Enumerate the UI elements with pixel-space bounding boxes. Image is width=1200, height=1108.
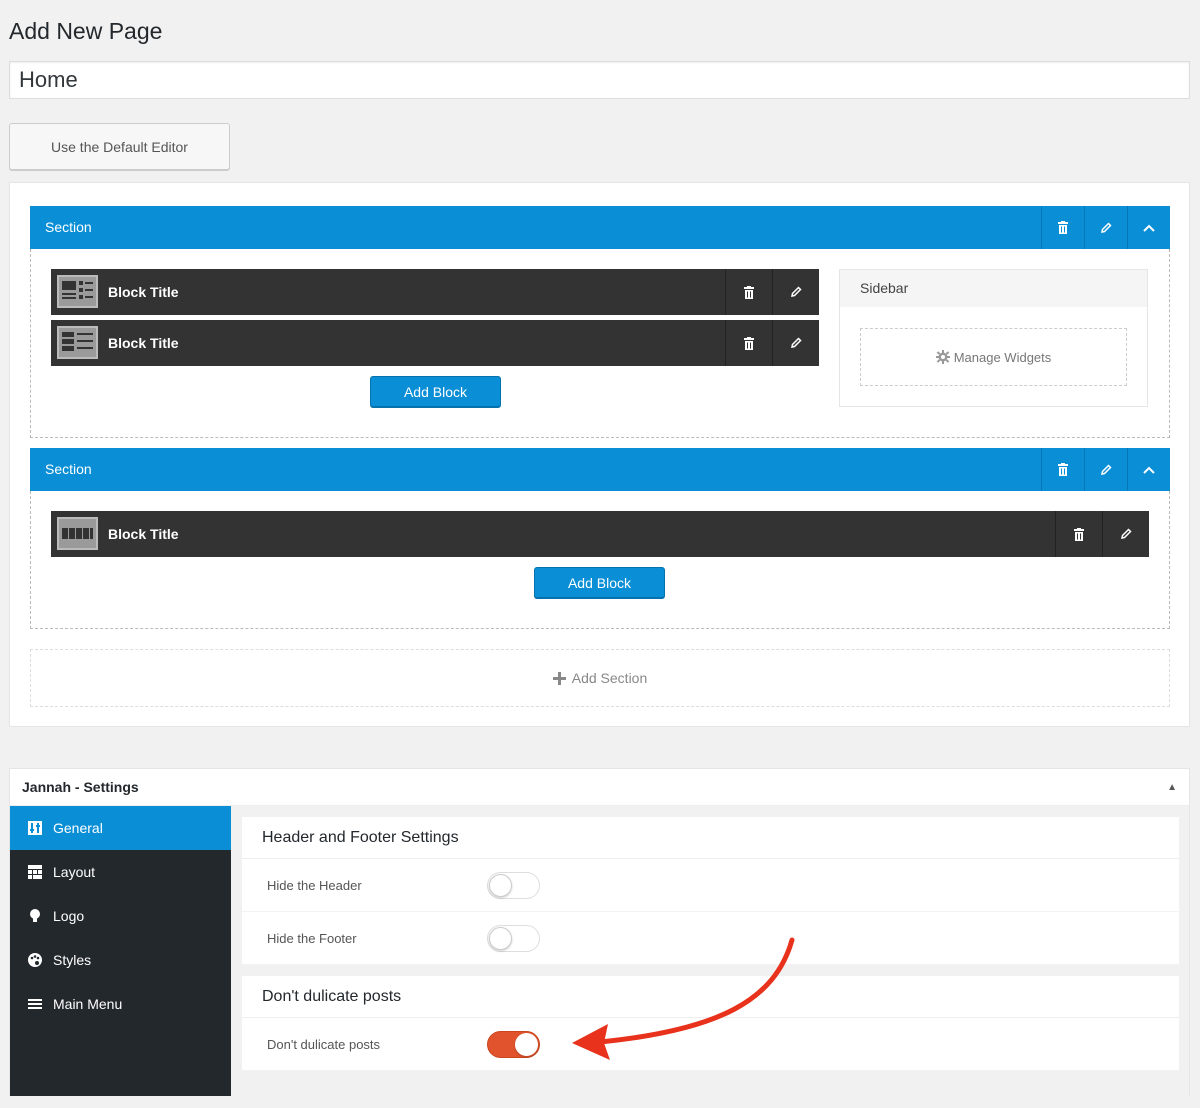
pencil-icon [1101,463,1112,475]
edit-block-button[interactable] [1102,511,1149,557]
section-label: Section [45,219,92,235]
nav-label: Logo [53,908,85,924]
block-row[interactable]: Block Title [51,511,1149,557]
settings-header[interactable]: Jannah - Settings ▲ [10,769,1189,806]
pencil-icon [791,337,802,348]
edit-block-button[interactable] [772,269,819,315]
nav-label: Layout [53,864,96,880]
delete-section-button[interactable] [1041,206,1084,249]
edit-section-button[interactable] [1084,206,1127,249]
toggle-knob [489,927,512,950]
delete-block-button[interactable] [725,269,772,315]
block-title: Block Title [108,284,179,300]
trash-icon [1058,221,1068,234]
nav-item-layout[interactable]: Layout [10,850,231,894]
collapse-triangle-icon[interactable]: ▲ [1167,769,1177,806]
block-row[interactable]: Block Title [51,269,819,315]
hide-header-toggle[interactable] [487,872,540,899]
toggle-knob [489,874,512,897]
panel-title: Header and Footer Settings [242,817,1179,859]
section-label: Section [45,461,92,477]
page-title-input[interactable]: Home [9,61,1190,99]
sidebar-widget-area: Sidebar Manage Widgets [839,269,1148,407]
plus-icon [552,671,566,685]
option-label: Hide the Header [267,878,362,893]
nav-label: Styles [53,952,92,968]
section-body: Block Title Block Title Add Block Sideba… [30,249,1170,438]
trash-icon [1058,463,1068,476]
annotation-arrow-icon [572,937,795,1060]
block-title: Block Title [108,526,179,542]
lightbulb-icon [26,907,44,925]
layout-icon [26,863,44,881]
nav-label: Main Menu [53,996,123,1012]
option-row: Hide the Header [242,859,1179,912]
collapse-section-button[interactable] [1127,206,1170,249]
layout-thumb-icon [57,275,98,308]
nav-item-general[interactable]: General [10,806,231,850]
manage-widgets-label: Manage Widgets [953,349,1052,365]
pencil-icon [1121,528,1132,539]
dont-duplicate-posts-toggle[interactable] [487,1031,540,1058]
block-title: Block Title [108,335,179,351]
page-builder: Section Block Title Block Title Add Bloc… [9,182,1190,727]
palette-icon [26,951,44,969]
section-header[interactable]: Section [30,206,1170,249]
block-row[interactable]: Block Title [51,320,819,366]
nav-item-styles[interactable]: Styles [10,938,231,982]
nav-item-logo[interactable]: Logo [10,894,231,938]
add-block-button[interactable]: Add Block [534,567,665,598]
nav-item-main-menu[interactable]: Main Menu [10,982,231,1026]
add-block-button[interactable]: Add Block [370,376,501,407]
pencil-icon [791,286,802,297]
add-section-button[interactable]: Add Section [30,649,1170,707]
page-title: Add New Page [9,18,163,44]
pencil-icon [1101,221,1112,233]
trash-icon [744,285,754,299]
option-label: Hide the Footer [267,931,357,946]
nav-label: General [53,820,103,836]
delete-block-button[interactable] [725,320,772,366]
sidebar-title: Sidebar [840,270,1147,307]
use-default-editor-button[interactable]: Use the Default Editor [9,123,230,170]
trash-icon [1074,527,1084,541]
gear-icon [935,350,950,364]
edit-block-button[interactable] [772,320,819,366]
layout-thumb-icon [57,326,98,359]
chevron-up-icon [1143,466,1155,474]
toggle-knob [515,1033,538,1056]
add-section-label: Add Section [571,670,648,686]
general-icon [26,819,44,837]
chevron-up-icon [1143,224,1155,232]
delete-section-button[interactable] [1041,448,1084,491]
option-label: Don't dulicate posts [267,1037,381,1052]
edit-section-button[interactable] [1084,448,1127,491]
slider-thumb-icon [57,517,98,550]
collapse-section-button[interactable] [1127,448,1170,491]
section-body: Block Title Add Block [30,491,1170,629]
hide-footer-toggle[interactable] [487,925,540,952]
settings-nav: General Layout Logo Styles Main Menu [10,806,231,1096]
trash-icon [744,336,754,350]
delete-block-button[interactable] [1055,511,1102,557]
menu-icon [26,995,44,1013]
section-header[interactable]: Section [30,448,1170,491]
manage-widgets-button[interactable]: Manage Widgets [860,328,1127,386]
settings-title: Jannah - Settings [22,779,139,795]
